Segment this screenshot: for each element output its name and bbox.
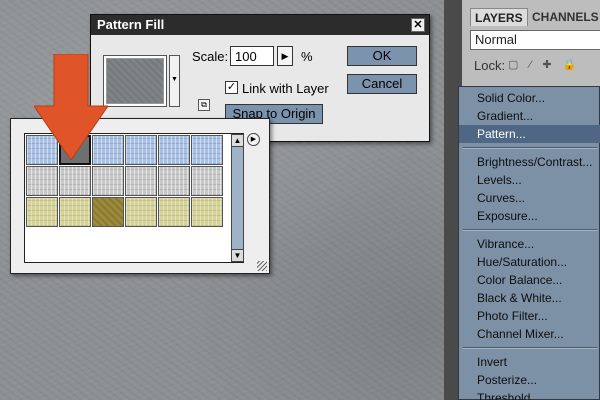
- pattern-tile[interactable]: [92, 197, 124, 227]
- pattern-tile[interactable]: [158, 197, 190, 227]
- menu-item[interactable]: Vibrance...: [459, 235, 600, 253]
- link-with-layer-checkbox[interactable]: ✓: [225, 81, 238, 94]
- scale-unit: %: [301, 49, 313, 64]
- pattern-tile[interactable]: [59, 197, 91, 227]
- blend-mode-select[interactable]: Normal: [470, 30, 600, 50]
- menu-separator: [463, 229, 597, 231]
- menu-item[interactable]: Hue/Saturation...: [459, 253, 600, 271]
- dialog-titlebar[interactable]: Pattern Fill ✕: [91, 15, 429, 35]
- link-with-layer-label[interactable]: Link with Layer: [242, 81, 329, 96]
- menu-item[interactable]: Curves...: [459, 189, 600, 207]
- pattern-tile[interactable]: [59, 166, 91, 196]
- pattern-swatch[interactable]: [103, 55, 167, 107]
- scrollbar-track[interactable]: [231, 147, 244, 249]
- pattern-tile[interactable]: [191, 197, 223, 227]
- pattern-swatch-preview: [106, 58, 164, 104]
- tab-layers[interactable]: LAYERS: [470, 8, 528, 26]
- menu-item[interactable]: Brightness/Contrast...: [459, 153, 600, 171]
- scale-input[interactable]: [230, 46, 274, 66]
- menu-item[interactable]: Posterize...: [459, 371, 600, 389]
- menu-item[interactable]: Threshold...: [459, 389, 600, 400]
- scale-label: Scale:: [192, 49, 229, 64]
- adjustment-layer-menu: Solid Color... Gradient... Pattern... Brigh…: [458, 86, 600, 400]
- menu-item[interactable]: Channel Mixer...: [459, 325, 600, 343]
- picker-menu-icon[interactable]: ▶: [247, 133, 260, 146]
- menu-item[interactable]: Photo Filter...: [459, 307, 600, 325]
- menu-item[interactable]: Solid Color...: [459, 89, 600, 107]
- pattern-tile[interactable]: [191, 135, 223, 165]
- resize-grip-icon[interactable]: [257, 261, 267, 271]
- cancel-button[interactable]: Cancel: [347, 74, 417, 94]
- menu-item[interactable]: Levels...: [459, 171, 600, 189]
- menu-item[interactable]: Color Balance...: [459, 271, 600, 289]
- pattern-tile[interactable]: [158, 166, 190, 196]
- menu-item[interactable]: Invert: [459, 353, 600, 371]
- pattern-tile[interactable]: [125, 197, 157, 227]
- scroll-down-icon[interactable]: ▼: [231, 249, 244, 262]
- chevron-down-icon[interactable]: ▼: [169, 55, 180, 107]
- menu-separator: [463, 347, 597, 349]
- scroll-up-icon[interactable]: ▲: [231, 134, 244, 147]
- lock-icons[interactable]: ▢ ⁄ ✚ 🔒: [508, 58, 580, 71]
- pattern-tile[interactable]: [191, 166, 223, 196]
- ok-button[interactable]: OK: [347, 46, 417, 66]
- pattern-tile[interactable]: [125, 166, 157, 196]
- menu-item[interactable]: Black & White...: [459, 289, 600, 307]
- pattern-tile[interactable]: [26, 166, 58, 196]
- scale-stepper-icon[interactable]: ▶: [277, 46, 293, 66]
- down-arrow-annotation-icon: [34, 54, 108, 160]
- menu-item[interactable]: Gradient...: [459, 107, 600, 125]
- menu-item[interactable]: Pattern...: [459, 125, 600, 143]
- tab-channels[interactable]: CHANNELS: [528, 8, 600, 26]
- menu-separator: [463, 147, 597, 149]
- lock-label: Lock:: [474, 58, 506, 73]
- pattern-tile[interactable]: [125, 135, 157, 165]
- arrow-shape: [34, 54, 108, 160]
- pattern-tile[interactable]: [26, 197, 58, 227]
- pattern-tile[interactable]: [158, 135, 190, 165]
- dialog-title: Pattern Fill: [97, 17, 165, 32]
- pattern-tile[interactable]: [92, 166, 124, 196]
- close-icon[interactable]: ✕: [411, 18, 425, 32]
- menu-item[interactable]: Exposure...: [459, 207, 600, 225]
- new-preset-icon[interactable]: ⧉: [198, 99, 210, 111]
